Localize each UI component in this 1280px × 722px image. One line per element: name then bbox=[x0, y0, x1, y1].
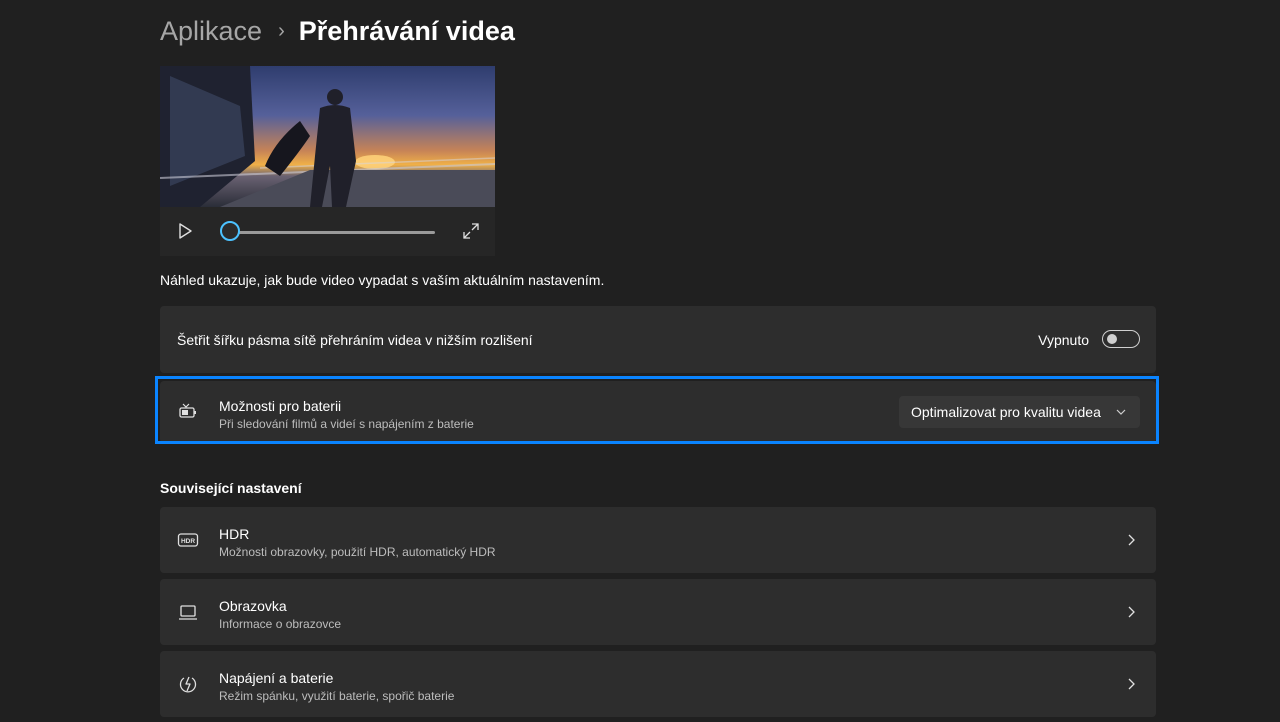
chevron-down-icon bbox=[1116, 409, 1126, 415]
svg-text:HDR: HDR bbox=[181, 538, 195, 545]
dropdown-selected-value: Optimalizovat pro kvalitu videa bbox=[911, 404, 1101, 420]
related-item-display[interactable]: Obrazovka Informace o obrazovce bbox=[160, 579, 1156, 645]
chevron-right-icon bbox=[1128, 606, 1135, 618]
related-item-title: Napájení a baterie bbox=[219, 670, 334, 686]
power-icon bbox=[179, 676, 197, 693]
battery-setting-title: Možnosti pro baterii bbox=[219, 398, 342, 414]
preview-caption: Náhled ukazuje, jak bude video vypadat s… bbox=[160, 272, 605, 288]
related-item-title: Obrazovka bbox=[219, 598, 287, 614]
battery-setting-subtitle: Při sledování filmů a videí s napájením … bbox=[219, 417, 474, 431]
related-settings-header: Související nastavení bbox=[160, 480, 302, 496]
video-progress-thumb[interactable] bbox=[220, 221, 240, 241]
bandwidth-toggle[interactable] bbox=[1102, 330, 1140, 348]
video-preview bbox=[160, 66, 495, 256]
battery-saver-icon bbox=[179, 403, 196, 418]
breadcrumb-separator: › bbox=[278, 20, 285, 42]
bandwidth-setting-card: Šetřit šířku pásma sítě přehráním videa … bbox=[160, 306, 1156, 373]
chevron-right-icon bbox=[1128, 678, 1135, 690]
related-item-hdr[interactable]: HDR HDR Možnosti obrazovky, použití HDR,… bbox=[160, 507, 1156, 573]
breadcrumb-parent-link[interactable]: Aplikace bbox=[160, 12, 262, 50]
related-item-subtitle: Režim spánku, využití baterie, spořič ba… bbox=[219, 689, 455, 703]
related-item-subtitle: Možnosti obrazovky, použití HDR, automat… bbox=[219, 545, 496, 559]
video-frame bbox=[160, 66, 495, 207]
related-item-title: HDR bbox=[219, 526, 250, 542]
play-icon[interactable] bbox=[176, 222, 194, 240]
video-progress-track[interactable] bbox=[232, 231, 435, 234]
page-title: Přehrávání videa bbox=[298, 16, 515, 46]
bandwidth-toggle-state: Vypnuto bbox=[1038, 332, 1089, 348]
related-item-subtitle: Informace o obrazovce bbox=[219, 617, 342, 631]
battery-setting-card: Možnosti pro baterii Při sledování filmů… bbox=[160, 381, 1156, 443]
bandwidth-setting-title: Šetřit šířku pásma sítě přehráním videa … bbox=[177, 332, 533, 348]
hdr-icon: HDR bbox=[177, 533, 199, 547]
video-thumbnail-image bbox=[160, 66, 495, 207]
battery-options-dropdown[interactable]: Optimalizovat pro kvalitu videa bbox=[899, 396, 1140, 428]
fullscreen-icon[interactable] bbox=[462, 222, 480, 240]
video-controls bbox=[160, 207, 495, 256]
laptop-icon bbox=[179, 605, 197, 620]
chevron-right-icon bbox=[1128, 534, 1135, 546]
settings-page: Aplikace › Přehrávání videa Náhled ukazu… bbox=[0, 0, 1280, 722]
breadcrumb: Aplikace › Přehrávání videa bbox=[160, 12, 515, 50]
related-item-power[interactable]: Napájení a baterie Režim spánku, využití… bbox=[160, 651, 1156, 717]
toggle-knob bbox=[1107, 334, 1117, 344]
